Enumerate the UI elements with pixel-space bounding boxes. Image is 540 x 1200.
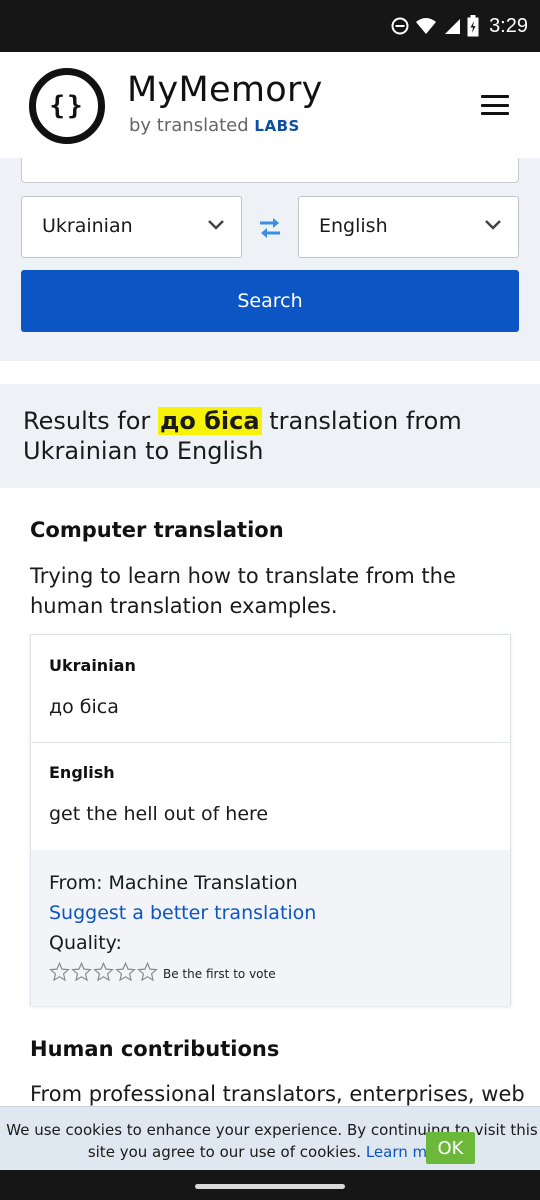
app-header: {} MyMemory by translated LABS bbox=[0, 52, 540, 158]
results-query: до біса bbox=[157, 407, 262, 435]
star-icon[interactable] bbox=[71, 962, 92, 982]
home-gesture-handle[interactable] bbox=[195, 1184, 345, 1189]
source-language-label: Ukrainian bbox=[49, 656, 136, 675]
rating-stars[interactable] bbox=[49, 962, 158, 982]
computer-translation-title: Computer translation bbox=[30, 518, 284, 542]
search-input[interactable] bbox=[21, 158, 519, 183]
logo-glyph: {} bbox=[49, 91, 85, 121]
suggest-translation-link[interactable]: Suggest a better translation bbox=[49, 902, 316, 924]
results-prefix: Results for bbox=[23, 407, 151, 435]
cookie-banner: We use cookies to enhance your experienc… bbox=[0, 1106, 540, 1170]
chevron-down-icon bbox=[485, 220, 501, 230]
target-language-select[interactable]: English bbox=[298, 196, 519, 258]
vote-prompt: Be the first to vote bbox=[163, 967, 276, 981]
brand-sub-suffix: LABS bbox=[254, 117, 300, 135]
results-heading: Results for до біса translation from Ukr… bbox=[0, 384, 540, 488]
brand-subtitle: by translated LABS bbox=[129, 115, 300, 136]
navigation-bar bbox=[0, 1170, 540, 1200]
status-icons: 3:29 bbox=[391, 12, 528, 40]
human-contributions-description: From professional translators, enterpris… bbox=[30, 1082, 525, 1106]
star-icon[interactable] bbox=[137, 962, 158, 982]
target-language-label: English bbox=[49, 763, 115, 782]
mymemory-logo[interactable]: {} bbox=[29, 68, 105, 144]
brand-title[interactable]: MyMemory bbox=[127, 70, 323, 110]
target-language-value: English bbox=[319, 215, 388, 237]
status-bar: 3:29 bbox=[0, 0, 540, 52]
source-language-value: Ukrainian bbox=[42, 215, 133, 237]
star-icon[interactable] bbox=[49, 962, 70, 982]
search-panel: Ukrainian English Search bbox=[0, 158, 540, 361]
source-text: до біса bbox=[49, 696, 119, 718]
search-button[interactable]: Search bbox=[21, 270, 519, 332]
status-time: 3:29 bbox=[489, 14, 528, 37]
do-not-disturb-icon bbox=[391, 17, 409, 35]
brand-sub-prefix: by translated bbox=[129, 115, 249, 136]
translation-card: Ukrainian до біса English get the hell o… bbox=[30, 634, 511, 1006]
battery-icon bbox=[467, 15, 479, 37]
human-contributions-title: Human contributions bbox=[30, 1037, 280, 1061]
star-icon[interactable] bbox=[115, 962, 136, 982]
computer-translation-description: Trying to learn how to translate from th… bbox=[30, 564, 456, 618]
chevron-down-icon bbox=[208, 220, 224, 230]
hamburger-menu-icon[interactable] bbox=[481, 95, 509, 115]
target-text: get the hell out of here bbox=[49, 803, 269, 825]
swap-languages-icon[interactable] bbox=[256, 214, 284, 242]
star-icon[interactable] bbox=[93, 962, 114, 982]
quality-label: Quality: bbox=[49, 932, 122, 954]
cellular-signal-icon bbox=[445, 19, 461, 34]
translation-source: From: Machine Translation bbox=[49, 872, 298, 894]
source-language-select[interactable]: Ukrainian bbox=[21, 196, 242, 258]
translation-meta: From: Machine Translation Suggest a bett… bbox=[31, 850, 510, 1006]
wifi-icon bbox=[416, 18, 437, 34]
divider bbox=[31, 742, 510, 743]
cookie-ok-button[interactable]: OK bbox=[426, 1132, 475, 1164]
